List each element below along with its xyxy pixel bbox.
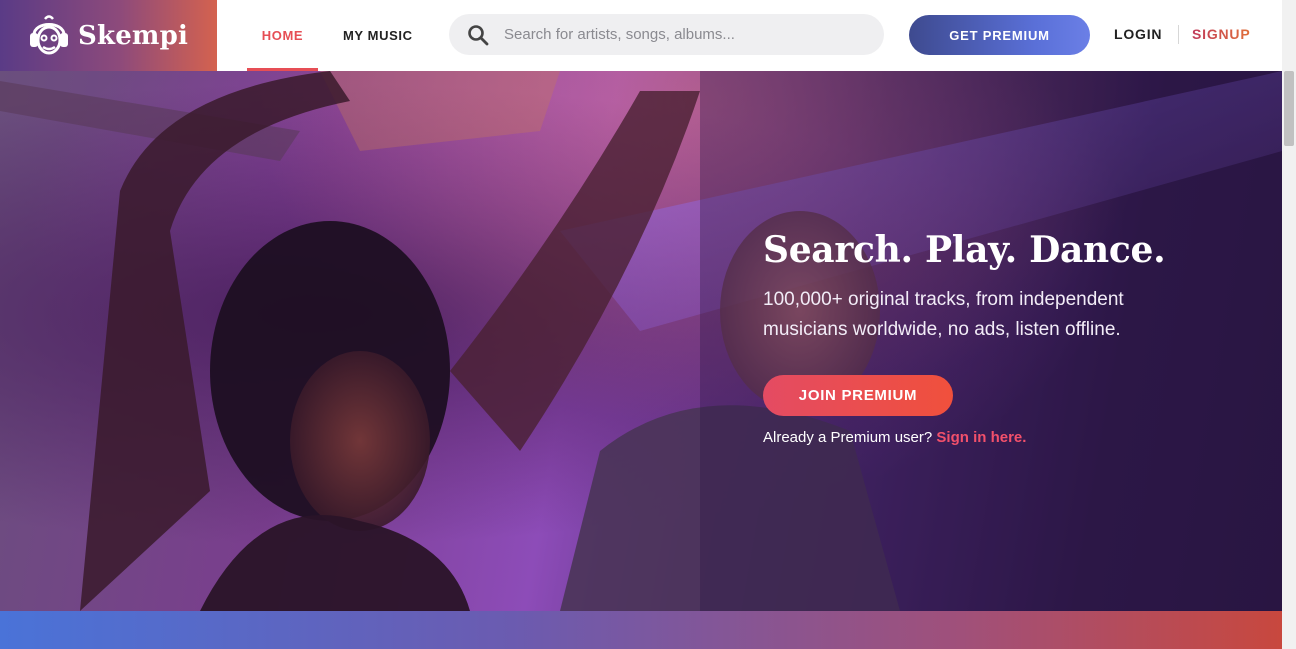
headphones-monkey-icon (28, 13, 70, 59)
join-premium-button[interactable]: JOIN PREMIUM (763, 375, 953, 416)
already-premium-label: Already a Premium user? (763, 429, 933, 446)
signup-link[interactable]: SIGNUP (1192, 26, 1250, 42)
nav-my-music[interactable]: MY MUSIC (340, 0, 432, 71)
search-bar[interactable] (449, 14, 884, 55)
already-premium-text: Already a Premium user? Sign in here. (763, 429, 1203, 446)
scrollbar-thumb[interactable] (1284, 71, 1294, 146)
sign-in-link[interactable]: Sign in here. (936, 429, 1026, 446)
hero-title: Search. Play. Dance. (763, 229, 1166, 271)
hero-text-block: Search. Play. Dance. 100,000+ original t… (763, 229, 1203, 446)
login-link[interactable]: LOGIN (1114, 26, 1162, 42)
hero-subtitle: 100,000+ original tracks, from independe… (763, 289, 1124, 340)
search-icon[interactable] (467, 24, 489, 46)
hero-banner: Search. Play. Dance. 100,000+ original t… (0, 71, 1282, 611)
brand-logo-area[interactable]: Skempi (0, 0, 217, 71)
nav-home[interactable]: HOME (247, 0, 318, 71)
header-divider (1178, 25, 1179, 44)
main-nav: HOME MY MUSIC (247, 0, 432, 71)
brand-name: Skempi (78, 20, 189, 51)
top-header: Skempi HOME MY MUSIC GET PREMIUM LOGIN S… (0, 0, 1282, 71)
get-premium-button[interactable]: GET PREMIUM (909, 15, 1090, 55)
bottom-gradient-band (0, 611, 1282, 649)
search-input[interactable] (504, 26, 884, 43)
